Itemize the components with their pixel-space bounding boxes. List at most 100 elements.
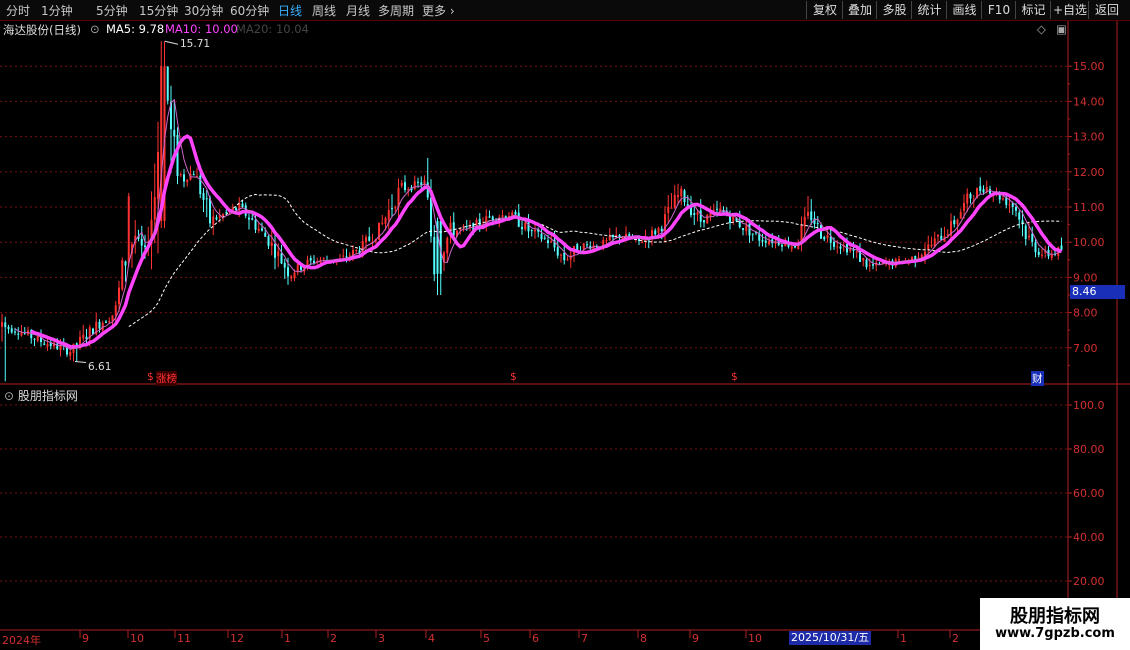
candle-body bbox=[394, 207, 397, 209]
chevron-down-icon[interactable]: ⊙ bbox=[4, 389, 14, 403]
candle-body bbox=[764, 240, 767, 243]
candle-body bbox=[7, 326, 10, 330]
low-price-label: 6.61 bbox=[88, 361, 112, 373]
candle-body bbox=[166, 66, 169, 101]
candle-body bbox=[550, 241, 553, 243]
candle-body bbox=[868, 264, 871, 266]
candle-body bbox=[673, 194, 676, 208]
candle-body bbox=[566, 259, 569, 261]
candle-body bbox=[225, 212, 228, 214]
event-marker-1[interactable]: $ bbox=[147, 371, 154, 383]
candle-body bbox=[365, 237, 367, 243]
candle-body bbox=[98, 321, 101, 329]
candle-body bbox=[982, 189, 985, 193]
candle-body bbox=[683, 190, 686, 203]
event-marker-3[interactable]: $ bbox=[731, 371, 738, 383]
x-label: 5 bbox=[483, 632, 490, 645]
candle-body bbox=[430, 197, 432, 237]
price-tick-label: 12.00 bbox=[1073, 166, 1105, 179]
candle-body bbox=[267, 236, 270, 246]
candle-body bbox=[521, 227, 523, 230]
candle-body bbox=[582, 243, 585, 250]
candle-body bbox=[716, 208, 718, 210]
candle-body bbox=[4, 322, 7, 328]
candle-body bbox=[1031, 233, 1034, 242]
candle-body bbox=[368, 236, 371, 241]
candle-body bbox=[1041, 254, 1043, 256]
candle-body bbox=[917, 257, 920, 259]
event-marker-2[interactable]: $ bbox=[510, 371, 517, 383]
candle-body bbox=[514, 211, 517, 215]
candle-body bbox=[183, 174, 185, 182]
candle-body bbox=[872, 264, 874, 266]
candle-body bbox=[420, 182, 423, 186]
candle-body bbox=[215, 217, 218, 220]
x-label-year: 2024年 bbox=[2, 634, 41, 647]
stock-title: 海达股份(日线) bbox=[3, 23, 81, 37]
candle-body bbox=[667, 207, 670, 213]
candle-body bbox=[706, 214, 709, 224]
candle-body bbox=[930, 244, 933, 247]
candle-body bbox=[1, 322, 3, 327]
candle-body bbox=[898, 258, 900, 261]
candle-body bbox=[478, 218, 481, 226]
x-label: 9 bbox=[82, 632, 89, 645]
candle-body bbox=[1028, 235, 1030, 238]
zhangbang-marker[interactable]: 涨榜 bbox=[156, 371, 177, 386]
candle-body bbox=[654, 230, 657, 235]
candle-body bbox=[530, 230, 533, 232]
candle-body bbox=[345, 256, 348, 258]
price-tick-label: 15.00 bbox=[1073, 60, 1105, 73]
price-tick-label: 13.00 bbox=[1073, 131, 1105, 144]
candle-body bbox=[703, 220, 705, 223]
panel-toggle-icon[interactable]: ▣ bbox=[1056, 22, 1067, 36]
candle-body bbox=[491, 216, 494, 221]
candle-body bbox=[82, 334, 85, 339]
candle-body bbox=[504, 216, 507, 218]
finance-marker[interactable]: 财 bbox=[1031, 371, 1044, 386]
price-tick-label: 11.00 bbox=[1073, 201, 1105, 214]
candle-body bbox=[790, 246, 793, 249]
candle-body bbox=[751, 233, 754, 235]
candle-body bbox=[105, 321, 107, 323]
candle-body bbox=[826, 235, 829, 239]
candle-body bbox=[865, 259, 868, 268]
candle-body bbox=[979, 186, 982, 192]
candle-body bbox=[313, 260, 315, 264]
candle-body bbox=[14, 331, 16, 333]
x-label: 12 bbox=[230, 632, 244, 645]
candle-body bbox=[768, 241, 770, 245]
candle-body bbox=[124, 261, 127, 266]
candle-body bbox=[274, 243, 276, 258]
candle-body bbox=[384, 217, 387, 224]
price-tick-label: 14.00 bbox=[1073, 95, 1105, 108]
candle-body bbox=[209, 197, 211, 224]
candle-body bbox=[280, 253, 283, 264]
candle-body bbox=[212, 216, 215, 225]
candle-body bbox=[277, 251, 280, 257]
watermark-url: www.7gpzb.com bbox=[995, 626, 1115, 641]
candle-body bbox=[862, 258, 865, 261]
candle-body bbox=[293, 272, 296, 279]
candle-body bbox=[816, 223, 819, 225]
candle-body bbox=[423, 180, 426, 184]
candle-body bbox=[121, 260, 124, 290]
x-label: 2 bbox=[330, 632, 337, 645]
candle-body bbox=[36, 336, 39, 341]
candle-body bbox=[1002, 198, 1004, 200]
candle-body bbox=[810, 211, 813, 221]
candle-body bbox=[290, 276, 293, 279]
candle-body bbox=[413, 181, 416, 189]
candle-body bbox=[108, 321, 111, 323]
candle-body bbox=[696, 212, 699, 215]
candle-body bbox=[761, 240, 764, 242]
settings-circle-icon[interactable]: ⊙ bbox=[90, 22, 100, 36]
candle-body bbox=[33, 338, 36, 340]
candle-body bbox=[608, 235, 611, 241]
candle-body bbox=[254, 219, 257, 230]
diamond-icon[interactable]: ◇ bbox=[1037, 22, 1046, 36]
candle-body bbox=[287, 267, 289, 277]
candle-body bbox=[488, 216, 491, 218]
candle-body bbox=[248, 217, 250, 220]
candle-body bbox=[261, 228, 263, 231]
